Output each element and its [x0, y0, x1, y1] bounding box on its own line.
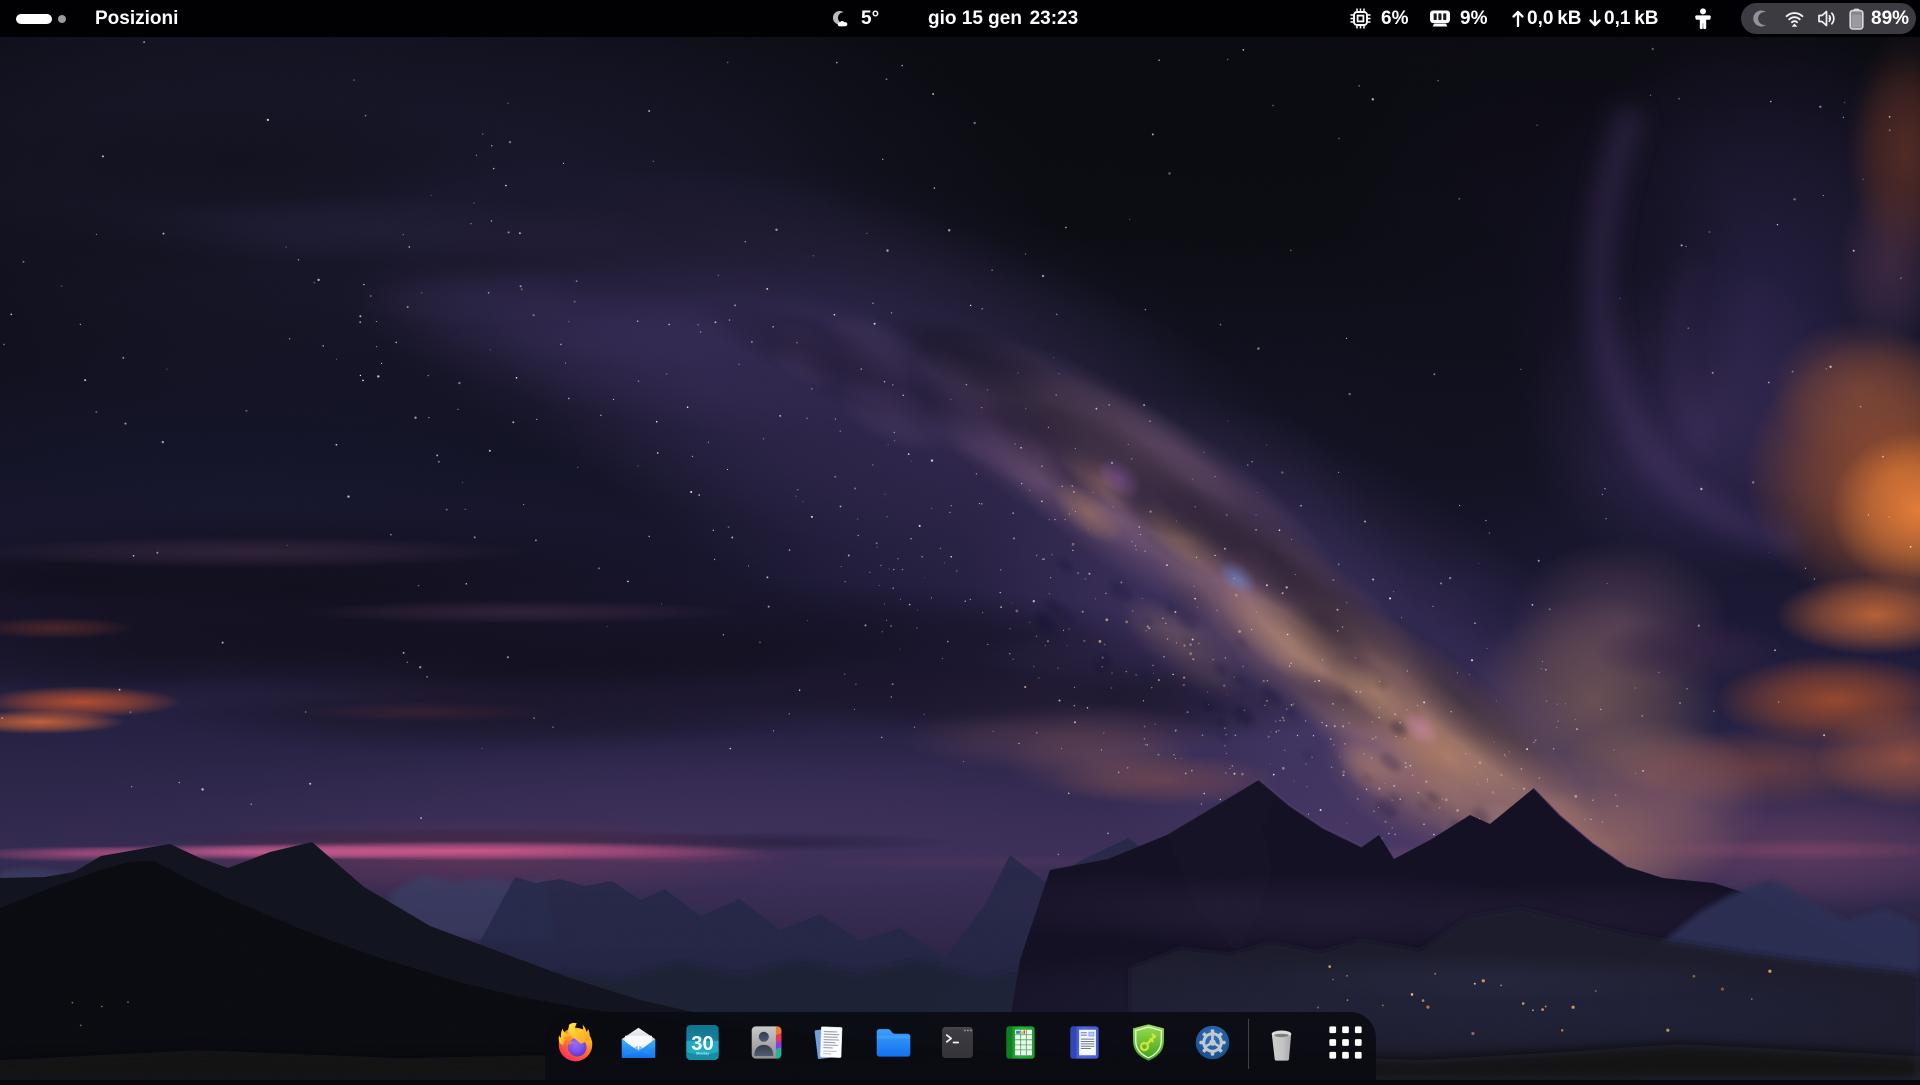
svg-text:Monday: Monday [696, 1052, 709, 1056]
